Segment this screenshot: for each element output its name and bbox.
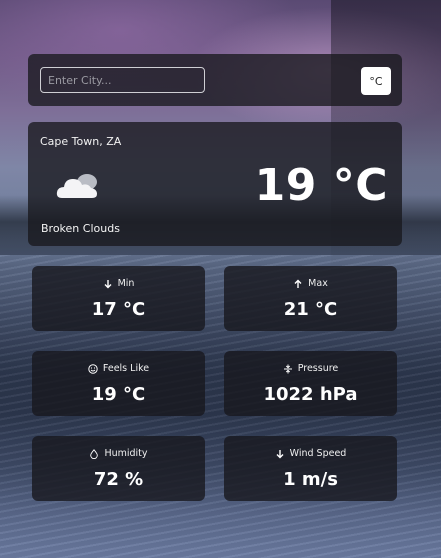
stat-pressure-label: Pressure xyxy=(297,363,339,374)
stat-min-value: 17 °C xyxy=(91,299,146,320)
stat-feels-like-value: 19 °C xyxy=(91,384,146,405)
location-name: Cape Town, ZA xyxy=(40,135,122,148)
compress-icon xyxy=(283,364,292,373)
search-bar: °C xyxy=(28,54,402,106)
stat-max: Max 21 °C xyxy=(224,266,397,331)
stat-wind-speed-label: Wind Speed xyxy=(289,448,347,459)
stat-min: Min 17 °C xyxy=(32,266,205,331)
stat-humidity-label: Humidity xyxy=(104,448,148,459)
stat-pressure: Pressure 1022 hPa xyxy=(224,351,397,416)
current-temperature: 19 °C xyxy=(254,160,388,211)
stat-humidity: Humidity 72 % xyxy=(32,436,205,501)
stat-wind-speed: Wind Speed 1 m/s xyxy=(224,436,397,501)
unit-toggle-button[interactable]: °C xyxy=(361,67,391,95)
arrow-up-icon xyxy=(294,279,302,288)
arrow-down-icon xyxy=(104,279,112,288)
smiley-icon xyxy=(88,363,98,374)
stat-humidity-value: 72 % xyxy=(93,469,144,490)
current-weather-card: Cape Town, ZA Broken Clouds 19 °C xyxy=(28,122,402,246)
droplet-icon xyxy=(90,448,99,459)
stat-wind-speed-value: 1 m/s xyxy=(283,469,338,490)
stat-max-value: 21 °C xyxy=(283,299,338,320)
cloud-icon xyxy=(56,174,97,198)
arrow-down-icon xyxy=(276,449,284,458)
stat-max-label: Max xyxy=(308,278,328,289)
stat-min-label: Min xyxy=(117,278,135,289)
weather-condition: Broken Clouds xyxy=(41,222,120,235)
stat-feels-like: Feels Like 19 °C xyxy=(32,351,205,416)
city-search-input[interactable] xyxy=(40,67,205,93)
stat-pressure-value: 1022 hPa xyxy=(263,384,358,405)
stat-feels-like-label: Feels Like xyxy=(102,363,150,374)
